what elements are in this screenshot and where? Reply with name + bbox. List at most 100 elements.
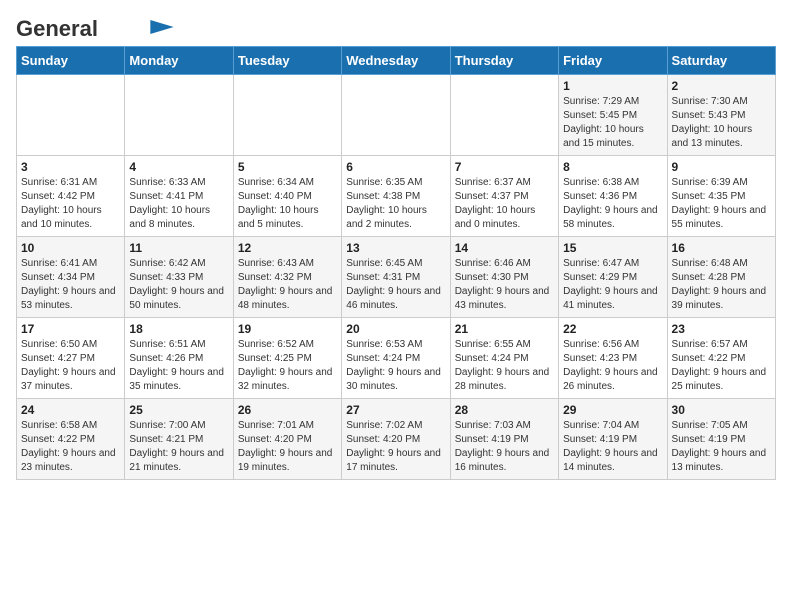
logo-general: General [16,16,98,42]
calendar-cell: 4 Sunrise: 6:33 AM Sunset: 4:41 PM Daylig… [125,156,233,237]
calendar-cell: 6 Sunrise: 6:35 AM Sunset: 4:38 PM Daylig… [342,156,450,237]
day-info: Sunrise: 7:02 AM Sunset: 4:20 PM Dayligh… [346,419,445,475]
day-number: 22 [563,322,662,336]
calendar-cell: 30 Sunrise: 7:05 AM Sunset: 4:19 PM Dayli… [667,399,775,480]
day-number: 7 [455,160,554,174]
weekday-header-wednesday: Wednesday [342,47,450,75]
day-info: Sunrise: 6:58 AM Sunset: 4:22 PM Dayligh… [21,419,120,475]
calendar-cell: 22 Sunrise: 6:56 AM Sunset: 4:23 PM Dayli… [559,318,667,399]
calendar-cell: 29 Sunrise: 7:04 AM Sunset: 4:19 PM Dayli… [559,399,667,480]
weekday-header-tuesday: Tuesday [233,47,341,75]
calendar-cell: 13Sunrise: 6:45 AM Sunset: 4:31 PM Dayli… [342,237,450,318]
day-info: Sunrise: 6:31 AM Sunset: 4:42 PM Dayligh… [21,176,120,232]
day-number: 2 [672,79,771,93]
calendar-cell: 16Sunrise: 6:48 AM Sunset: 4:28 PM Dayli… [667,237,775,318]
day-number: 11 [129,241,228,255]
calendar-cell: 27 Sunrise: 7:02 AM Sunset: 4:20 PM Dayli… [342,399,450,480]
day-number: 19 [238,322,337,336]
calendar-cell: 20 Sunrise: 6:53 AM Sunset: 4:24 PM Dayli… [342,318,450,399]
day-number: 5 [238,160,337,174]
day-info: Sunrise: 7:05 AM Sunset: 4:19 PM Dayligh… [672,419,771,475]
day-info: Sunrise: 6:56 AM Sunset: 4:23 PM Dayligh… [563,338,662,394]
day-number: 14 [455,241,554,255]
calendar-cell [125,75,233,156]
calendar-cell: 8 Sunrise: 6:38 AM Sunset: 4:36 PM Daylig… [559,156,667,237]
weekday-header-friday: Friday [559,47,667,75]
day-number: 26 [238,403,337,417]
logo-icon [150,20,174,34]
day-number: 6 [346,160,445,174]
calendar-week-2: 3 Sunrise: 6:31 AM Sunset: 4:42 PM Daylig… [17,156,776,237]
day-number: 1 [563,79,662,93]
calendar-cell: 5 Sunrise: 6:34 AM Sunset: 4:40 PM Daylig… [233,156,341,237]
calendar-cell: 23 Sunrise: 6:57 AM Sunset: 4:22 PM Dayli… [667,318,775,399]
day-number: 16 [672,241,771,255]
day-info: Sunrise: 7:00 AM Sunset: 4:21 PM Dayligh… [129,419,228,475]
day-info: Sunrise: 6:39 AM Sunset: 4:35 PM Dayligh… [672,176,771,232]
page-header: General [16,16,776,36]
day-info: Sunrise: 6:34 AM Sunset: 4:40 PM Dayligh… [238,176,337,232]
calendar-cell: 28Sunrise: 7:03 AM Sunset: 4:19 PM Dayli… [450,399,558,480]
day-number: 20 [346,322,445,336]
day-number: 25 [129,403,228,417]
day-number: 30 [672,403,771,417]
day-info: Sunrise: 6:57 AM Sunset: 4:22 PM Dayligh… [672,338,771,394]
day-info: Sunrise: 6:38 AM Sunset: 4:36 PM Dayligh… [563,176,662,232]
calendar-week-4: 17Sunrise: 6:50 AM Sunset: 4:27 PM Dayli… [17,318,776,399]
day-number: 23 [672,322,771,336]
day-info: Sunrise: 6:46 AM Sunset: 4:30 PM Dayligh… [455,257,554,313]
day-info: Sunrise: 6:43 AM Sunset: 4:32 PM Dayligh… [238,257,337,313]
calendar-cell [450,75,558,156]
day-info: Sunrise: 6:50 AM Sunset: 4:27 PM Dayligh… [21,338,120,394]
calendar-week-1: 1 Sunrise: 7:29 AM Sunset: 5:45 PM Daylig… [17,75,776,156]
day-number: 18 [129,322,228,336]
day-info: Sunrise: 6:41 AM Sunset: 4:34 PM Dayligh… [21,257,120,313]
day-number: 8 [563,160,662,174]
day-info: Sunrise: 6:37 AM Sunset: 4:37 PM Dayligh… [455,176,554,232]
day-number: 27 [346,403,445,417]
weekday-header-sunday: Sunday [17,47,125,75]
calendar-cell: 25 Sunrise: 7:00 AM Sunset: 4:21 PM Dayli… [125,399,233,480]
day-info: Sunrise: 6:45 AM Sunset: 4:31 PM Dayligh… [346,257,445,313]
calendar-cell: 21Sunrise: 6:55 AM Sunset: 4:24 PM Dayli… [450,318,558,399]
day-info: Sunrise: 7:04 AM Sunset: 4:19 PM Dayligh… [563,419,662,475]
day-number: 9 [672,160,771,174]
day-info: Sunrise: 7:30 AM Sunset: 5:43 PM Dayligh… [672,95,771,151]
day-info: Sunrise: 6:42 AM Sunset: 4:33 PM Dayligh… [129,257,228,313]
day-number: 3 [21,160,120,174]
calendar-cell: 11 Sunrise: 6:42 AM Sunset: 4:33 PM Dayli… [125,237,233,318]
day-info: Sunrise: 7:01 AM Sunset: 4:20 PM Dayligh… [238,419,337,475]
day-number: 29 [563,403,662,417]
day-number: 28 [455,403,554,417]
day-info: Sunrise: 6:33 AM Sunset: 4:41 PM Dayligh… [129,176,228,232]
calendar-cell: 7 Sunrise: 6:37 AM Sunset: 4:37 PM Daylig… [450,156,558,237]
calendar-cell [17,75,125,156]
day-number: 4 [129,160,228,174]
calendar-cell: 3 Sunrise: 6:31 AM Sunset: 4:42 PM Daylig… [17,156,125,237]
day-info: Sunrise: 7:29 AM Sunset: 5:45 PM Dayligh… [563,95,662,151]
day-info: Sunrise: 6:55 AM Sunset: 4:24 PM Dayligh… [455,338,554,394]
calendar-cell [342,75,450,156]
day-info: Sunrise: 6:35 AM Sunset: 4:38 PM Dayligh… [346,176,445,232]
calendar-cell: 24 Sunrise: 6:58 AM Sunset: 4:22 PM Dayli… [17,399,125,480]
day-number: 15 [563,241,662,255]
calendar-cell: 10 Sunrise: 6:41 AM Sunset: 4:34 PM Dayli… [17,237,125,318]
calendar-table: SundayMondayTuesdayWednesdayThursdayFrid… [16,46,776,480]
calendar-cell: 1 Sunrise: 7:29 AM Sunset: 5:45 PM Daylig… [559,75,667,156]
calendar-cell: 12Sunrise: 6:43 AM Sunset: 4:32 PM Dayli… [233,237,341,318]
day-info: Sunrise: 6:53 AM Sunset: 4:24 PM Dayligh… [346,338,445,394]
calendar-cell [233,75,341,156]
calendar-cell: 18 Sunrise: 6:51 AM Sunset: 4:26 PM Dayli… [125,318,233,399]
calendar-cell: 26 Sunrise: 7:01 AM Sunset: 4:20 PM Dayli… [233,399,341,480]
day-number: 10 [21,241,120,255]
day-info: Sunrise: 6:51 AM Sunset: 4:26 PM Dayligh… [129,338,228,394]
weekday-header-thursday: Thursday [450,47,558,75]
calendar-cell: 14 Sunrise: 6:46 AM Sunset: 4:30 PM Dayli… [450,237,558,318]
day-info: Sunrise: 6:47 AM Sunset: 4:29 PM Dayligh… [563,257,662,313]
calendar-cell: 19Sunrise: 6:52 AM Sunset: 4:25 PM Dayli… [233,318,341,399]
calendar-cell: 15 Sunrise: 6:47 AM Sunset: 4:29 PM Dayli… [559,237,667,318]
weekday-header-monday: Monday [125,47,233,75]
day-number: 24 [21,403,120,417]
calendar-cell: 9 Sunrise: 6:39 AM Sunset: 4:35 PM Daylig… [667,156,775,237]
calendar-cell: 2 Sunrise: 7:30 AM Sunset: 5:43 PM Daylig… [667,75,775,156]
